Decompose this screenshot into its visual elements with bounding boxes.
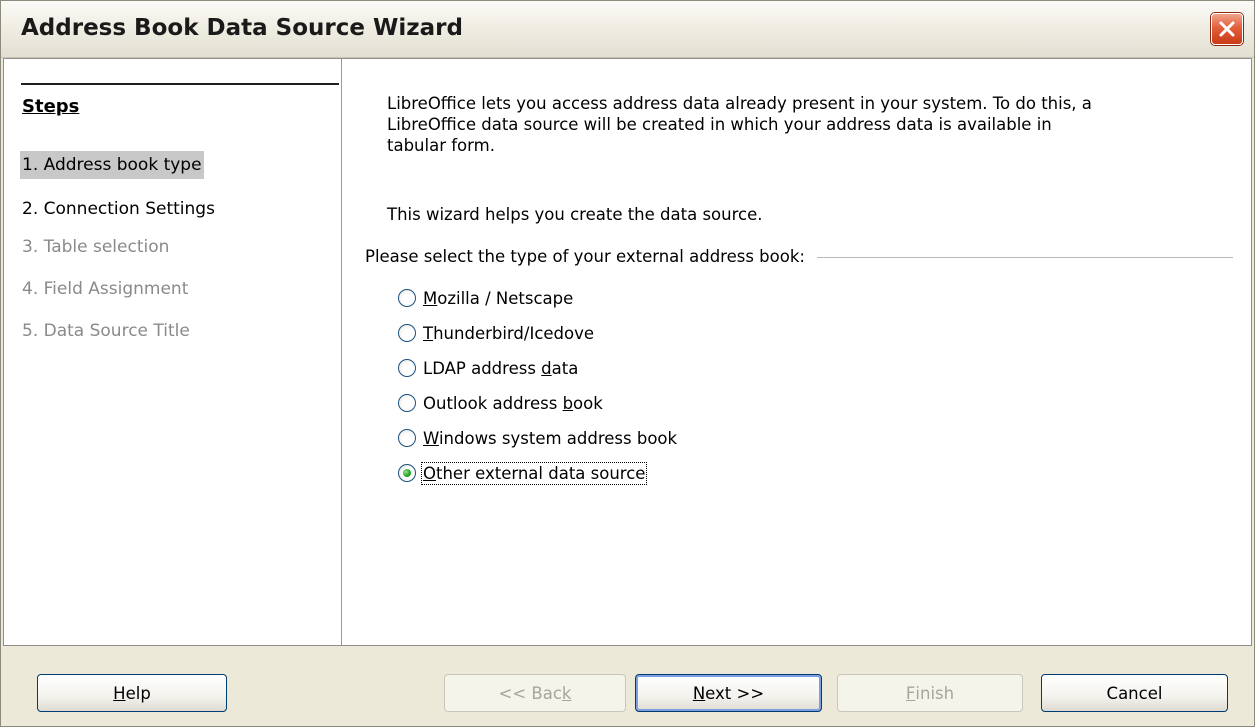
radio-label[interactable]: Windows system address book [423, 429, 677, 448]
step-data-source-title: 5. Data Source Title [22, 321, 190, 341]
address-book-type-label: Please select the type of your external … [365, 246, 817, 267]
radio-label[interactable]: Mozilla / Netscape [423, 289, 573, 308]
radio-ldap[interactable]: LDAP address data [398, 355, 578, 381]
radio-thunderbird[interactable]: Thunderbird/Icedove [398, 320, 594, 346]
back-button[interactable]: << Bac k [444, 674, 626, 712]
intro-line: LibreOffice lets you access address data… [387, 94, 1092, 113]
steps-title: Steps [22, 96, 80, 117]
step-connection-settings[interactable]: 2. Connection Settings [20, 195, 217, 223]
steps-divider [21, 83, 339, 85]
wizard-help-text: This wizard helps you create the data so… [387, 205, 763, 224]
radio-button[interactable] [398, 359, 416, 377]
radio-button[interactable] [398, 394, 416, 412]
intro-text: LibreOffice lets you access address data… [387, 93, 1237, 156]
help-button[interactable]: Help [37, 674, 227, 712]
radio-label[interactable]: Outlook address book [423, 394, 603, 413]
step-address-book-type[interactable]: 1. Address book type [20, 151, 204, 179]
radio-mozilla[interactable]: Mozilla / Netscape [398, 285, 573, 311]
close-button[interactable] [1211, 13, 1243, 45]
finish-button[interactable]: Finish [837, 674, 1023, 712]
radio-other-data-source[interactable]: Other external data source [398, 460, 648, 486]
radio-label[interactable]: Other external data source [420, 461, 648, 485]
title-bar[interactable]: Address Book Data Source Wizard [1, 1, 1254, 58]
window-title: Address Book Data Source Wizard [21, 15, 463, 41]
intro-line: LibreOffice data source will be created … [387, 115, 1052, 134]
next-button[interactable]: Next >> [635, 674, 822, 712]
radio-button[interactable] [398, 324, 416, 342]
step-table-selection: 3. Table selection [22, 237, 170, 257]
wizard-content: Steps 1. Address book type 2. Connection… [3, 58, 1252, 646]
intro-line: tabular form. [387, 136, 495, 155]
radio-button[interactable] [398, 429, 416, 447]
radio-button[interactable] [398, 289, 416, 307]
cancel-button[interactable]: Cancel [1041, 674, 1228, 712]
step-field-assignment: 4. Field Assignment [22, 279, 189, 299]
radio-button-selected[interactable] [398, 464, 416, 482]
wizard-window: Address Book Data Source Wizard Steps 1.… [0, 0, 1255, 727]
radio-label[interactable]: Thunderbird/Icedove [423, 324, 594, 343]
radio-label[interactable]: LDAP address data [423, 359, 578, 378]
steps-panel: Steps 1. Address book type 2. Connection… [4, 59, 342, 645]
radio-outlook[interactable]: Outlook address book [398, 390, 603, 416]
radio-windows-address-book[interactable]: Windows system address book [398, 425, 677, 451]
